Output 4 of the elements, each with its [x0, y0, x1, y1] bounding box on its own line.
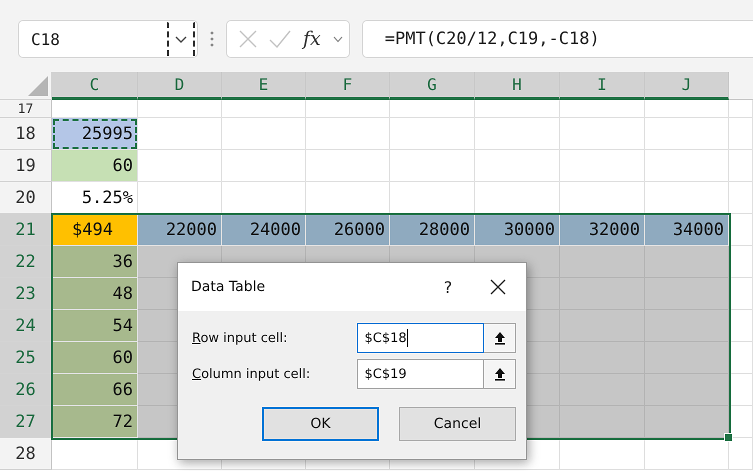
cell-reference: C18 — [31, 30, 61, 48]
dialog-title: Data Table — [191, 279, 266, 295]
field-label: Row input cell: — [192, 330, 288, 346]
field-label: Column input cell: — [192, 366, 312, 382]
